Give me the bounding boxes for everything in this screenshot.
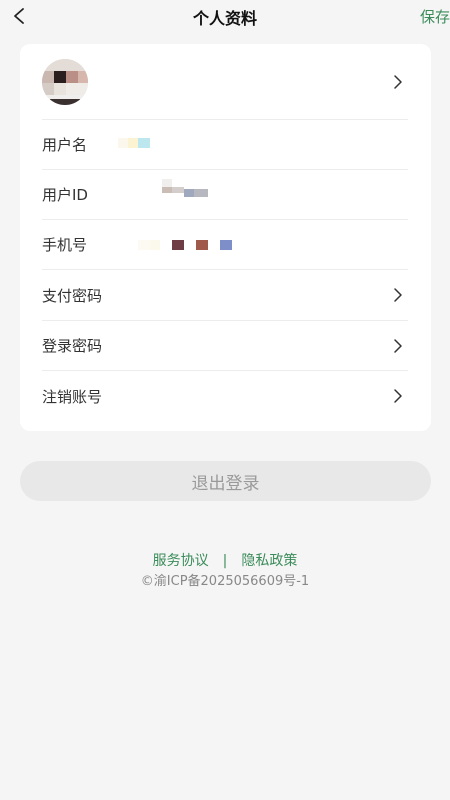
profile-page: 个人资料 保存 用户名 用户ID 手机号 支付密码 登录密码 注销账号 退出登录… — [0, 0, 450, 800]
avatar-row[interactable] — [42, 44, 408, 120]
save-button[interactable]: 保存 — [420, 6, 450, 27]
footer-separator: | — [222, 553, 228, 569]
phone-row: 手机号 — [42, 220, 408, 270]
profile-card: 用户名 用户ID 手机号 支付密码 登录密码 注销账号 — [20, 44, 431, 431]
login-password-row[interactable]: 登录密码 — [42, 321, 408, 371]
page-title: 个人资料 — [192, 9, 257, 28]
payment-password-label: 支付密码 — [42, 286, 103, 305]
user-id-value — [138, 178, 408, 205]
payment-password-row[interactable]: 支付密码 — [42, 270, 408, 321]
chevron-right-icon — [394, 338, 402, 353]
logout-button[interactable]: 退出登录 — [20, 461, 431, 501]
service-agreement-link[interactable]: 服务协议 — [153, 553, 209, 569]
chevron-right-icon — [394, 389, 402, 403]
user-id-row: 用户ID — [42, 170, 408, 220]
phone-value — [138, 235, 408, 255]
chevron-right-icon — [394, 288, 402, 302]
delete-account-label: 注销账号 — [42, 387, 103, 406]
top-bar: 个人资料 保存 — [0, 0, 450, 32]
avatar — [42, 58, 88, 105]
icp-record: ©渝ICP备2025056609号-1 — [140, 574, 310, 589]
user-id-label: 用户ID — [42, 186, 88, 204]
phone-label: 手机号 — [42, 236, 88, 254]
login-password-label: 登录密码 — [42, 337, 103, 355]
username-row: 用户名 — [42, 120, 408, 170]
username-value — [118, 135, 408, 155]
privacy-policy-link[interactable]: 隐私政策 — [241, 553, 297, 569]
footer-links: 服务协议 | 隐私政策 — [0, 550, 450, 570]
chevron-right-icon — [394, 74, 402, 89]
delete-account-row[interactable]: 注销账号 — [42, 371, 408, 421]
